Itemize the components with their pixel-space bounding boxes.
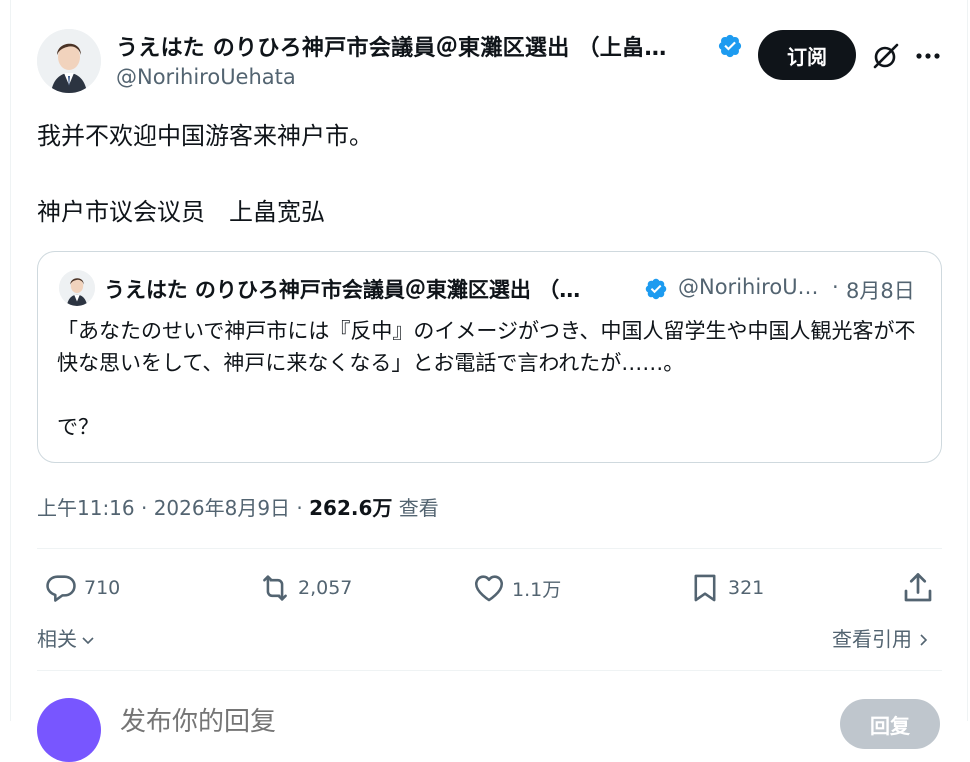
bookmark-count: 321 xyxy=(728,577,765,599)
heart-icon xyxy=(474,575,504,602)
author-avatar[interactable] xyxy=(37,29,101,93)
chevron-down-icon xyxy=(82,637,94,645)
repost-count: 2,057 xyxy=(298,577,353,599)
like-action[interactable]: 1.1万 xyxy=(472,568,561,608)
share-icon[interactable] xyxy=(900,570,936,606)
quoted-tweet[interactable]: うえはた のりひろ神戸市会議員＠東灘区選出 （… @NorihiroU… · 8… xyxy=(37,251,942,463)
tweet-signature: 神户市议会议员 上畠宽弘 xyxy=(37,198,325,226)
verified-badge-icon xyxy=(718,34,742,58)
view-count: 262.6万 xyxy=(309,496,393,520)
grok-icon[interactable] xyxy=(870,40,902,72)
view-label: 查看 xyxy=(392,496,439,520)
reply-button[interactable]: 回复 xyxy=(840,699,940,749)
repost-action[interactable]: 2,057 xyxy=(258,568,352,608)
view-quotes-link[interactable]: 查看引用 xyxy=(832,623,930,652)
reply-input[interactable] xyxy=(118,706,722,738)
divider xyxy=(37,548,942,549)
repost-icon xyxy=(263,575,287,601)
view-quotes-label: 查看引用 xyxy=(832,627,912,651)
related-toggle[interactable]: 相关 xyxy=(37,623,95,652)
author-handle[interactable]: @NorihiroUehata xyxy=(116,65,296,89)
more-options-icon[interactable] xyxy=(912,40,944,72)
quoted-author-handle[interactable]: @NorihiroU… xyxy=(678,275,826,299)
current-user-avatar[interactable] xyxy=(37,698,101,762)
reply-action[interactable]: 710 xyxy=(44,568,120,608)
verified-badge-icon xyxy=(645,278,667,300)
tweet-text: 我并不欢迎中国游客来神户市。 xyxy=(37,122,373,150)
related-label: 相关 xyxy=(37,627,77,651)
bookmark-action[interactable]: 321 xyxy=(688,568,764,608)
chevron-right-icon xyxy=(920,634,928,646)
quoted-author-name[interactable]: うえはた のりひろ神戸市会議員＠東灘区選出 （… xyxy=(104,274,636,304)
author-name[interactable]: うえはた のりひろ神戸市会議員＠東灘区選出 （上畠… xyxy=(116,30,706,62)
quoted-text: 「あなたのせいで神戸市には『反中』のイメージがつき、中国人留学生や中国人観光客が… xyxy=(57,319,916,439)
quoted-author-avatar[interactable] xyxy=(59,270,95,306)
divider xyxy=(37,670,942,671)
like-count: 1.1万 xyxy=(512,578,562,601)
tweet-meta: 上午11:16 · 2026年8月9日 · 262.6万 查看 xyxy=(37,492,439,521)
subscribe-button[interactable]: 订阅 xyxy=(758,30,856,80)
reply-count: 710 xyxy=(84,577,121,599)
quoted-separator: · xyxy=(832,275,839,299)
quoted-date[interactable]: 8月8日 xyxy=(846,275,915,305)
bookmark-icon xyxy=(694,574,716,602)
reply-icon xyxy=(46,575,76,602)
tweet-timestamp[interactable]: 上午11:16 · 2026年8月9日 · xyxy=(37,496,309,520)
